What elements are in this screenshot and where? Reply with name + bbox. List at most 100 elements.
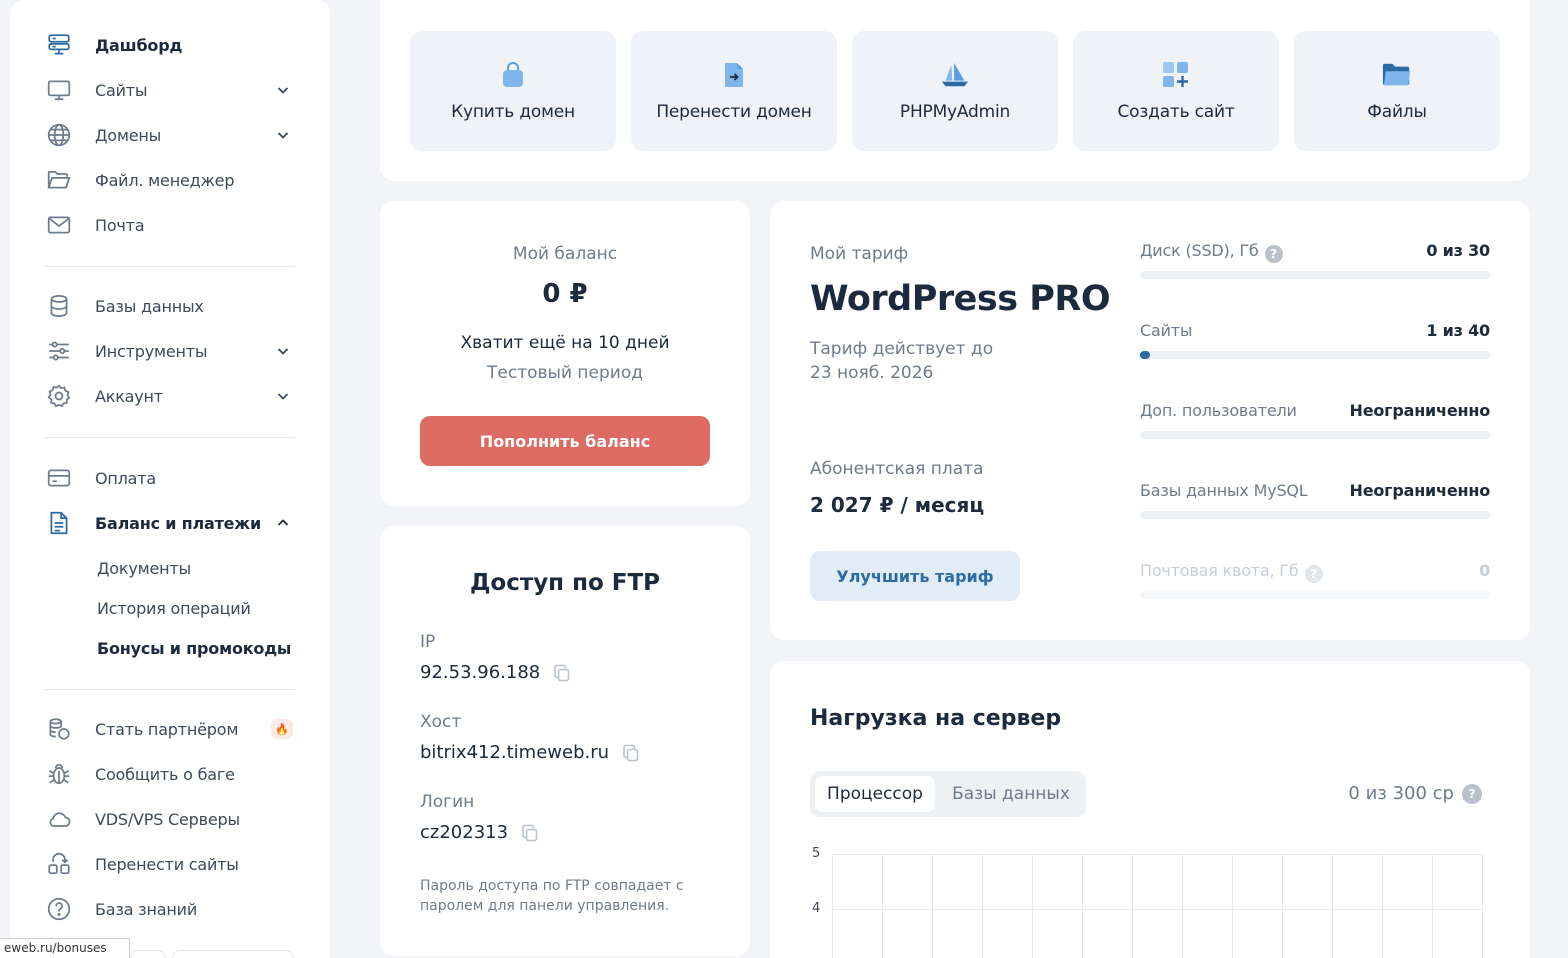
sidebar-item-account[interactable]: Аккаунт [45, 378, 295, 414]
question-icon [45, 895, 73, 923]
bottom-control[interactable] [172, 950, 294, 958]
sidebar-item-label: База знаний [95, 899, 198, 919]
sidebar-item-bug-report[interactable]: Сообщить о баге [45, 756, 295, 792]
help-icon[interactable]: ? [1264, 245, 1283, 263]
sidebar-divider [45, 689, 295, 690]
status-url-tooltip: eweb.ru/bonuses [0, 938, 130, 958]
ftp-host-value: bitrix412.timeweb.ru [420, 742, 610, 763]
tab-databases[interactable]: Базы данных [941, 776, 1081, 812]
dashboard-icon [45, 31, 73, 59]
sidebar-item-label: Сайты [95, 80, 148, 100]
sidebar-item-label: Дашборд [95, 35, 183, 55]
server-load-usage: 0 из 300 ср ? [1348, 783, 1482, 804]
grid-plus-icon [1161, 60, 1191, 90]
files-button[interactable]: Файлы [1294, 31, 1500, 151]
balance-title: Мой баланс [512, 244, 618, 264]
sidebar-item-label: Домены [95, 125, 162, 145]
chevron-down-icon[interactable] [276, 389, 290, 403]
sidebar-item-label: Стать партнёром [95, 719, 239, 739]
copy-icon[interactable] [552, 663, 572, 683]
sidebar-item-partner[interactable]: Стать партнёром 🔥 [45, 711, 295, 747]
tariff-fee-value: 2 027 ₽ / месяц [810, 493, 985, 517]
sidebar-item-mail[interactable]: Почта [45, 207, 295, 243]
copy-icon[interactable] [621, 743, 641, 763]
sidebar-item-file-manager[interactable]: Файл. менеджер [45, 162, 295, 198]
ftp-title: Доступ по FTP [469, 570, 661, 596]
sidebar: Дашборд Сайты Домены Файл. менеджер Почт… [10, 0, 330, 958]
resource-value: Неограниченно [1349, 481, 1491, 500]
grid-line [882, 854, 883, 958]
ftp-card: Доступ по FTP IP 92.53.96.188 Хост bitri… [380, 526, 750, 956]
balance-amount: 0 ₽ [542, 279, 588, 309]
sidebar-item-dashboard[interactable]: Дашборд [45, 27, 295, 63]
sidebar-subitem-documents[interactable]: Документы [97, 559, 191, 578]
grid-line [832, 854, 1482, 855]
y-tick-label: 4 [812, 901, 821, 916]
gear-icon [45, 382, 73, 410]
sidebar-item-vds[interactable]: VDS/VPS Серверы [45, 801, 295, 837]
sidebar-item-label: VDS/VPS Серверы [95, 809, 240, 829]
server-load-card: Нагрузка на сервер Процессор Базы данных… [770, 661, 1530, 958]
help-icon[interactable]: ? [1304, 565, 1323, 583]
transfer-domain-button[interactable]: Перенести домен [631, 31, 837, 151]
upgrade-tariff-button[interactable]: Улучшить тариф [810, 551, 1020, 601]
grid-line [1232, 854, 1233, 958]
bottom-control[interactable] [130, 950, 166, 958]
chevron-down-icon[interactable] [276, 83, 290, 97]
balance-card: Мой баланс 0 ₽ Хватит ещё на 10 дней Тес… [380, 201, 750, 506]
phpmyadmin-button[interactable]: PHPMyAdmin [852, 31, 1058, 151]
resource-value: 1 из 40 [1426, 321, 1490, 340]
sidebar-item-databases[interactable]: Базы данных [45, 288, 295, 324]
resource-label: Доп. пользователи [1140, 401, 1297, 420]
sidebar-subitem-history[interactable]: История операций [97, 599, 251, 618]
sidebar-item-label: Инструменты [95, 341, 208, 361]
mail-icon [45, 211, 73, 239]
grid-line [832, 854, 833, 958]
help-icon[interactable]: ? [1462, 783, 1482, 804]
transfer-icon [45, 850, 73, 878]
resource-progress [1140, 431, 1490, 439]
sidebar-item-label: Перенести сайты [95, 854, 239, 874]
card-icon [45, 464, 73, 492]
sidebar-divider [45, 437, 295, 438]
phpmyadmin-icon [940, 60, 970, 90]
sidebar-item-label: Оплата [95, 468, 157, 488]
chevron-up-icon[interactable] [276, 516, 290, 530]
grid-line [1282, 854, 1283, 958]
sidebar-item-payment[interactable]: Оплата [45, 460, 295, 496]
sidebar-item-domains[interactable]: Домены [45, 117, 295, 153]
grid-line [1482, 854, 1483, 958]
tariff-title: Мой тариф [810, 244, 909, 264]
sidebar-item-tools[interactable]: Инструменты [45, 333, 295, 369]
sidebar-item-label: Аккаунт [95, 386, 163, 406]
tab-cpu[interactable]: Процессор [815, 776, 935, 812]
ftp-ip-value: 92.53.96.188 [420, 662, 541, 683]
resource-value: Неограниченно [1349, 401, 1491, 420]
copy-icon[interactable] [520, 823, 540, 843]
sidebar-item-label: Файл. менеджер [95, 170, 235, 190]
chevron-down-icon[interactable] [276, 344, 290, 358]
grid-line [1432, 854, 1433, 958]
shopping-bag-icon [498, 60, 528, 90]
resource-progress [1140, 511, 1490, 519]
resource-progress [1140, 591, 1490, 599]
topup-balance-button[interactable]: Пополнить баланс [420, 416, 710, 466]
grid-line [1082, 854, 1083, 958]
create-site-button[interactable]: Создать сайт [1073, 31, 1279, 151]
y-tick-label: 5 [812, 846, 821, 861]
bug-icon [45, 760, 73, 788]
folder-open-icon [1382, 60, 1412, 90]
sidebar-item-sites[interactable]: Сайты [45, 72, 295, 108]
chevron-down-icon[interactable] [276, 128, 290, 142]
buy-domain-button[interactable]: Купить домен [410, 31, 616, 151]
grid-line [1382, 854, 1383, 958]
grid-line [982, 854, 983, 958]
sidebar-subitem-bonuses[interactable]: Бонусы и промокоды [97, 639, 291, 658]
sidebar-item-transfer-sites[interactable]: Перенести сайты [45, 846, 295, 882]
tariff-card: Мой тариф WordPress PRO Тариф действует … [770, 201, 1530, 640]
grid-line [1332, 854, 1333, 958]
ftp-host-label: Хост [420, 712, 462, 732]
ftp-login-row: cz202313 [420, 822, 540, 843]
sidebar-item-knowledge-base[interactable]: База знаний [45, 891, 295, 927]
sidebar-item-balance[interactable]: Баланс и платежи [45, 505, 295, 541]
